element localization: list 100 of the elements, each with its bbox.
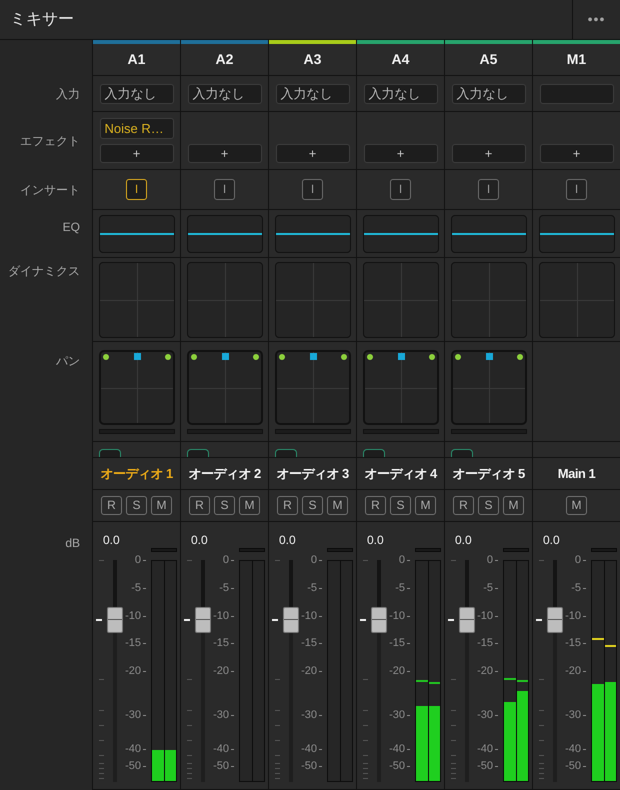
input-selector[interactable]: 入力なし	[188, 84, 262, 104]
scale-label: -10	[565, 610, 581, 622]
eq-curve-graph[interactable]	[98, 214, 174, 252]
track-toggle-button[interactable]: R	[453, 496, 474, 515]
scale-label: -15	[389, 637, 405, 649]
scale-label: -5	[483, 582, 493, 594]
scale-label: -30	[301, 709, 317, 721]
track-toggle-button[interactable]: M	[327, 496, 348, 515]
scale-label: -15	[477, 637, 493, 649]
row-label: dB	[65, 535, 80, 552]
scale-label: -10	[125, 610, 141, 622]
scale-label: -15	[125, 637, 141, 649]
scale-label: -50	[477, 760, 493, 772]
track-toggle-button[interactable]: S	[302, 496, 323, 515]
track-name[interactable]: オーディオ 3	[276, 464, 349, 484]
fader-handle[interactable]	[547, 606, 563, 633]
scale-label: -40	[213, 743, 229, 755]
track-toggle-button[interactable]: M	[239, 496, 260, 515]
fader-handle[interactable]	[107, 606, 123, 633]
scale-label: -30	[389, 709, 405, 721]
insert-toggle[interactable]: I	[126, 179, 147, 200]
eq-curve-graph[interactable]	[450, 214, 526, 252]
eq-curve-graph[interactable]	[274, 214, 350, 252]
scale-label: -50	[301, 760, 317, 772]
add-effect-button[interactable]: +	[540, 144, 614, 163]
track-toggle-button[interactable]: M	[503, 496, 524, 515]
scale-label: 0	[398, 554, 405, 566]
fader-handle[interactable]	[371, 606, 387, 633]
input-selector[interactable]: 入力なし	[100, 84, 174, 104]
input-selector[interactable]: 入力なし	[364, 84, 438, 104]
scale-label: -30	[125, 709, 141, 721]
eq-curve-graph[interactable]	[186, 214, 262, 252]
bus-name: A4	[392, 50, 410, 69]
scale-label: -10	[389, 610, 405, 622]
scale-label: -5	[131, 582, 141, 594]
clip-indicator	[151, 548, 177, 552]
unity-marker	[184, 618, 190, 621]
bus-name: M1	[566, 50, 586, 69]
add-effect-button[interactable]: +	[452, 144, 526, 163]
scale-label: -50	[389, 760, 405, 772]
row-label: インサート	[20, 182, 80, 199]
unity-marker	[272, 618, 278, 621]
track-name[interactable]: Main 1	[558, 464, 596, 484]
track-toggle-button[interactable]: R	[189, 496, 210, 515]
fader-handle[interactable]	[459, 606, 475, 633]
scale-label: -30	[477, 709, 493, 721]
track-toggle-button[interactable]: R	[277, 496, 298, 515]
track-toggle-button[interactable]: S	[214, 496, 235, 515]
add-effect-button[interactable]: +	[100, 144, 174, 163]
scale-label: -50	[565, 760, 581, 772]
bus-name: A1	[128, 50, 146, 69]
insert-toggle[interactable]: I	[478, 179, 499, 200]
track-toggle-button[interactable]: R	[365, 496, 386, 515]
track-name[interactable]: オーディオ 1	[100, 464, 173, 484]
add-effect-button[interactable]: +	[276, 144, 350, 163]
input-selector[interactable]	[540, 84, 614, 104]
insert-toggle[interactable]: I	[214, 179, 235, 200]
scale-label: -10	[301, 610, 317, 622]
scale-label: -50	[125, 760, 141, 772]
track-toggle-button[interactable]: M	[151, 496, 172, 515]
row-label: パン	[56, 353, 80, 370]
unity-marker	[96, 618, 102, 621]
track-toggle-button[interactable]: S	[478, 496, 499, 515]
track-toggle-button[interactable]: M	[566, 496, 587, 515]
bus-name: A3	[304, 50, 322, 69]
insert-toggle[interactable]: I	[302, 179, 323, 200]
gain-value: 0.0	[103, 532, 120, 549]
panel-title: ミキサー	[9, 10, 75, 30]
scale-label: -30	[213, 709, 229, 721]
fader-handle[interactable]	[283, 606, 299, 633]
scale-label: -20	[389, 665, 405, 677]
scale-label: -20	[477, 665, 493, 677]
track-toggle-button[interactable]: M	[415, 496, 436, 515]
track-name[interactable]: オーディオ 2	[188, 464, 261, 484]
eq-curve-graph[interactable]	[538, 214, 614, 252]
unity-marker	[448, 618, 454, 621]
fader-handle[interactable]	[195, 606, 211, 633]
insert-toggle[interactable]: I	[390, 179, 411, 200]
input-selector[interactable]: 入力なし	[452, 84, 526, 104]
scale-label: -20	[125, 665, 141, 677]
clip-indicator	[591, 548, 617, 552]
track-toggle-button[interactable]: S	[390, 496, 411, 515]
effect-slot[interactable]: Noise R…	[100, 118, 174, 139]
scale-label: -30	[565, 709, 581, 721]
add-effect-button[interactable]: +	[364, 144, 438, 163]
clip-indicator	[415, 548, 441, 552]
track-toggle-button[interactable]: R	[101, 496, 122, 515]
gain-value: 0.0	[191, 532, 208, 549]
scale-label: -40	[125, 743, 141, 755]
insert-toggle[interactable]: I	[566, 179, 587, 200]
scale-label: -20	[213, 665, 229, 677]
gain-value: 0.0	[279, 532, 296, 549]
scale-label: -15	[565, 637, 581, 649]
track-name[interactable]: オーディオ 4	[364, 464, 437, 484]
eq-curve-graph[interactable]	[362, 214, 438, 252]
track-toggle-button[interactable]: S	[126, 496, 147, 515]
track-name[interactable]: オーディオ 5	[452, 464, 525, 484]
input-selector[interactable]: 入力なし	[276, 84, 350, 104]
row-label: 入力	[56, 86, 80, 103]
add-effect-button[interactable]: +	[188, 144, 262, 163]
